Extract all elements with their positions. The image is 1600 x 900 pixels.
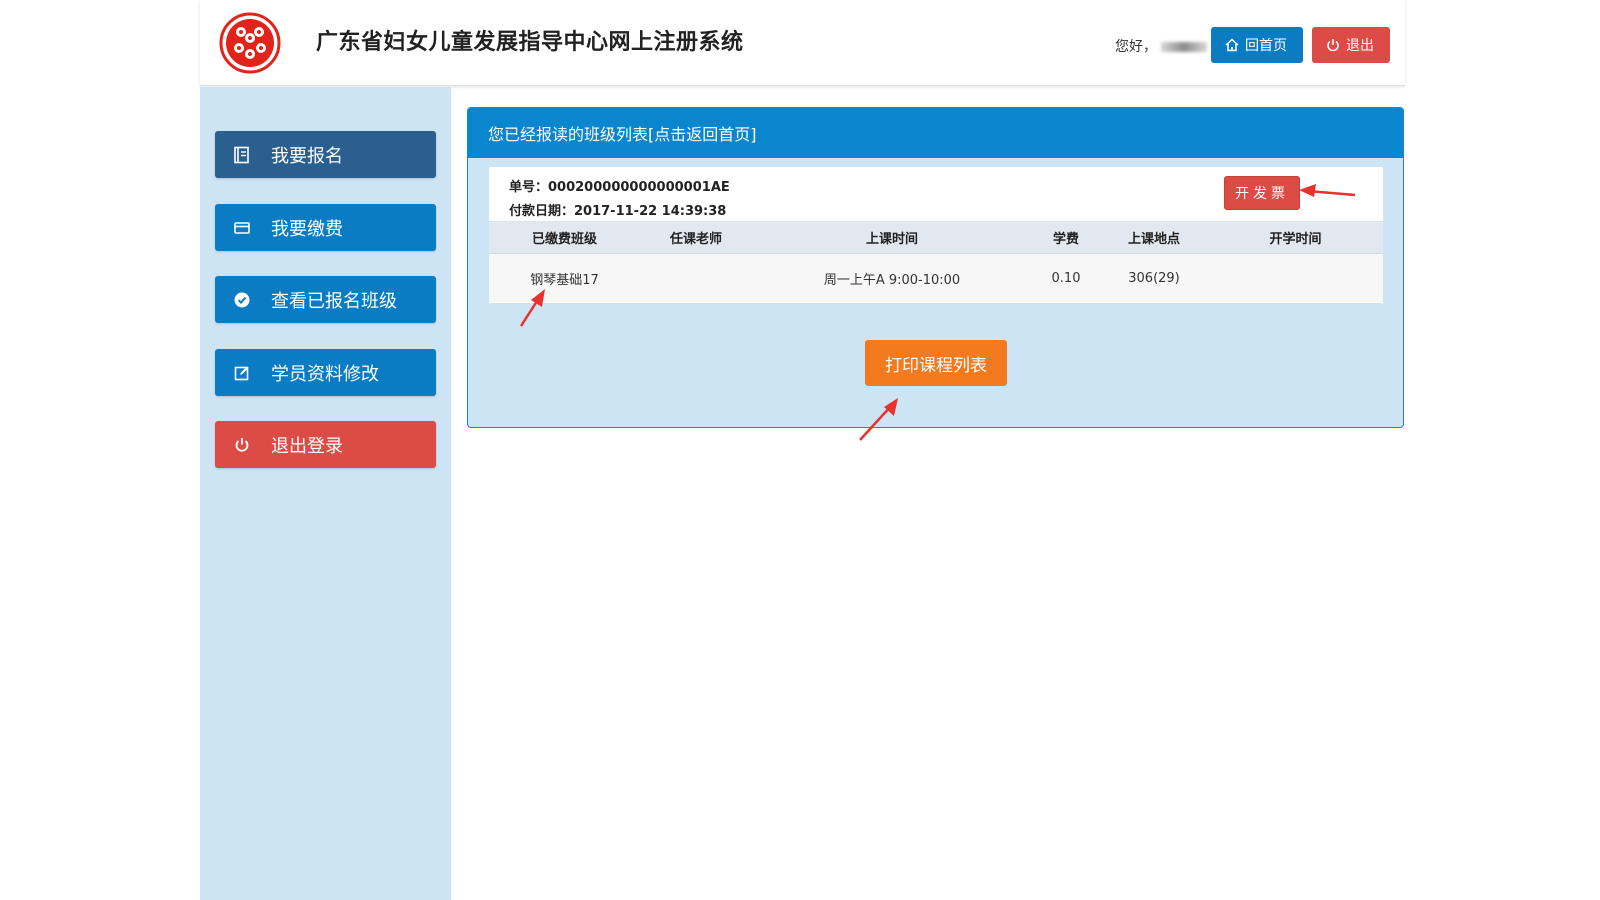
home-button[interactable]: 回首页 bbox=[1211, 27, 1303, 63]
sidebar-item-logout[interactable]: 退出登录 bbox=[215, 421, 436, 468]
sidebar-item-edit-profile[interactable]: 学员资料修改 bbox=[215, 349, 436, 396]
sidebar-item-payment[interactable]: 我要缴费 bbox=[215, 204, 436, 251]
power-icon bbox=[1327, 39, 1339, 52]
column-header: 学费 bbox=[1052, 232, 1079, 247]
home-button-label: 回首页 bbox=[1245, 38, 1287, 54]
home-icon bbox=[1225, 38, 1239, 52]
sidebar-item-register[interactable]: 我要报名 bbox=[215, 131, 436, 178]
site-title: 广东省妇女儿童发展指导中心网上注册系统 bbox=[316, 30, 744, 55]
sidebar-item-label: 我要报名 bbox=[271, 145, 343, 167]
blurred-username bbox=[1161, 42, 1207, 52]
greeting-text: 您好， bbox=[1115, 39, 1157, 55]
sidebar-item-view-classes[interactable]: 查看已报名班级 bbox=[215, 276, 436, 323]
column-header: 开学时间 bbox=[1269, 232, 1322, 247]
user-greeting: 您好， bbox=[1115, 36, 1207, 56]
invoice-button[interactable]: 开发票 bbox=[1224, 176, 1300, 210]
column-header: 任课老师 bbox=[669, 232, 722, 247]
table-row: 钢琴基础17 周一上午A 9:00-10:00 0.10 306(29) bbox=[489, 254, 1383, 302]
column-header: 上课时间 bbox=[865, 232, 918, 247]
cell-start-date bbox=[1208, 254, 1383, 302]
header: 广东省妇女儿童发展指导中心网上注册系统 您好， 回首页 退出 bbox=[200, 0, 1405, 86]
sidebar-item-label: 查看已报名班级 bbox=[271, 290, 397, 312]
power-icon bbox=[233, 436, 251, 454]
cell-location: 306(29) bbox=[1128, 270, 1180, 286]
women-federation-logo bbox=[219, 12, 281, 74]
cell-fee: 0.10 bbox=[1051, 270, 1081, 286]
print-course-list-button[interactable]: 打印课程列表 bbox=[865, 340, 1007, 386]
exit-button-label: 退出 bbox=[1346, 38, 1374, 54]
column-header: 已缴费班级 bbox=[531, 232, 597, 247]
sidebar: 我要报名 我要缴费 查看已报名班级 学员资料修改 退出登录 bbox=[200, 87, 451, 900]
enrolled-classes-panel: 您已经报读的班级列表[点击返回首页] 单号：000200000000000001… bbox=[467, 107, 1404, 428]
sidebar-item-label: 学员资料修改 bbox=[271, 363, 379, 385]
check-circle-icon bbox=[233, 291, 251, 309]
cell-class-time: 周一上午A 9:00-10:00 bbox=[823, 272, 961, 288]
card-icon bbox=[233, 219, 251, 237]
order-card: 单号：000200000000000001AE 付款日期：2017-11-22 … bbox=[489, 167, 1383, 303]
exit-button[interactable]: 退出 bbox=[1312, 27, 1390, 63]
panel-title-link[interactable]: 您已经报读的班级列表[点击返回首页] bbox=[468, 108, 1403, 158]
order-info: 单号：000200000000000001AE 付款日期：2017-11-22 … bbox=[489, 167, 1383, 222]
cell-teacher bbox=[640, 254, 752, 302]
order-number: 单号：000200000000000001AE bbox=[509, 180, 730, 195]
payment-date: 付款日期：2017-11-22 14:39:38 bbox=[509, 204, 727, 219]
sidebar-item-label: 退出登录 bbox=[271, 435, 343, 457]
column-header: 上课地点 bbox=[1127, 232, 1180, 247]
cell-class-name: 钢琴基础17 bbox=[530, 272, 599, 288]
edit-icon bbox=[233, 364, 251, 382]
register-icon bbox=[233, 146, 251, 164]
table-header: 已缴费班级 任课老师 上课时间 学费 上课地点 开学时间 bbox=[489, 222, 1383, 254]
sidebar-item-label: 我要缴费 bbox=[271, 218, 343, 240]
